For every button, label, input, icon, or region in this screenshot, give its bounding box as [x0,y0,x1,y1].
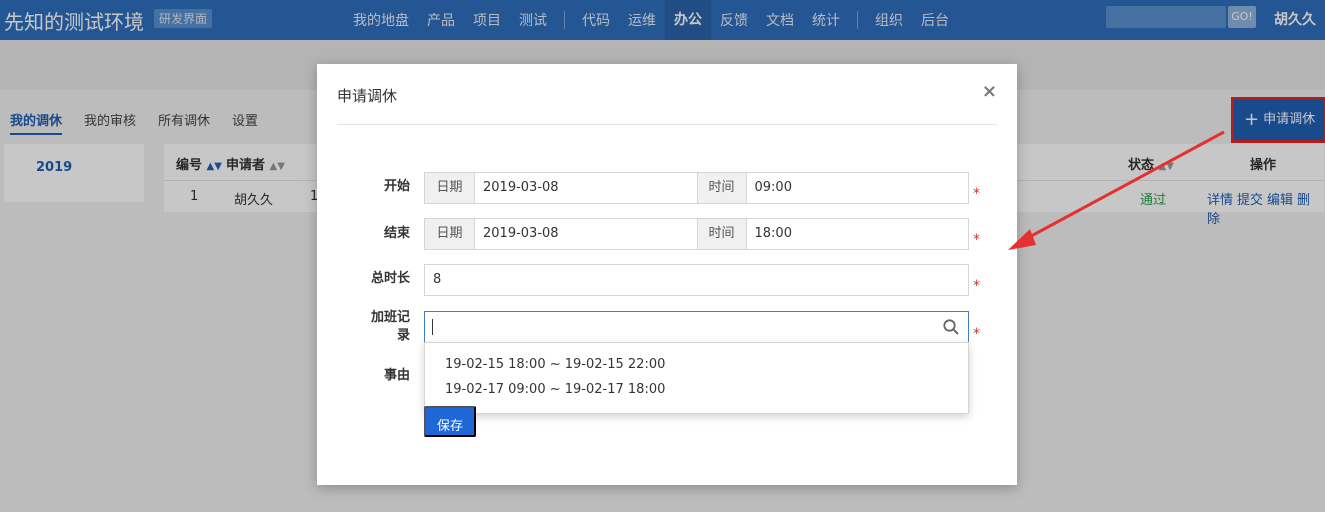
save-button[interactable]: 保存 [424,406,476,437]
annotation-arrow [1008,130,1225,250]
